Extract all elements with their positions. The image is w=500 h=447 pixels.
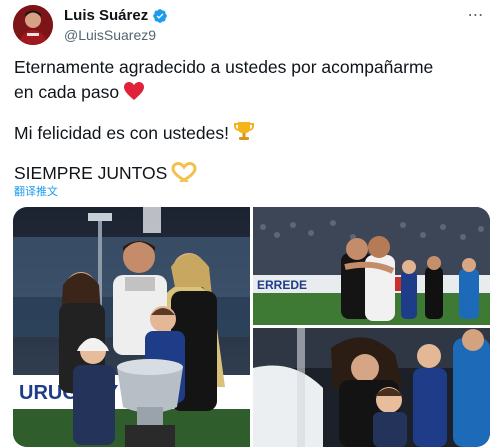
verified-badge-icon xyxy=(153,8,168,23)
tweet-text-line-2: en cada paso xyxy=(14,80,494,104)
trophy-icon xyxy=(233,122,254,140)
tweet-text-line-1: Eternamente agradecido a ustedes por aco… xyxy=(14,57,434,77)
heart-hands-icon xyxy=(171,162,197,182)
photo-hugging-children[interactable] xyxy=(253,328,490,447)
red-heart-icon xyxy=(124,82,145,100)
photo-embrace-on-field[interactable]: ERREDE xyxy=(253,207,490,325)
photo-family-with-trophy[interactable]: URUGUAY xyxy=(13,207,250,447)
author-avatar[interactable] xyxy=(13,5,53,45)
tweet-text-line-4: SIEMPRE JUNTOS xyxy=(14,161,494,185)
author-display-name[interactable]: Luis Suárez xyxy=(64,7,148,24)
translate-tweet-link[interactable]: 翻译推文 xyxy=(14,183,58,199)
author-name-row[interactable]: Luis Suárez xyxy=(64,7,168,24)
media-grid: URUGUAY ERREDE xyxy=(13,207,490,447)
tweet-text-line-3: Mi felicidad es con ustedes! xyxy=(14,120,494,145)
author-handle[interactable]: @LuisSuarez9 xyxy=(64,27,156,43)
more-options-button[interactable]: ⋯ xyxy=(462,4,490,26)
svg-text:ERREDE: ERREDE xyxy=(257,278,307,292)
